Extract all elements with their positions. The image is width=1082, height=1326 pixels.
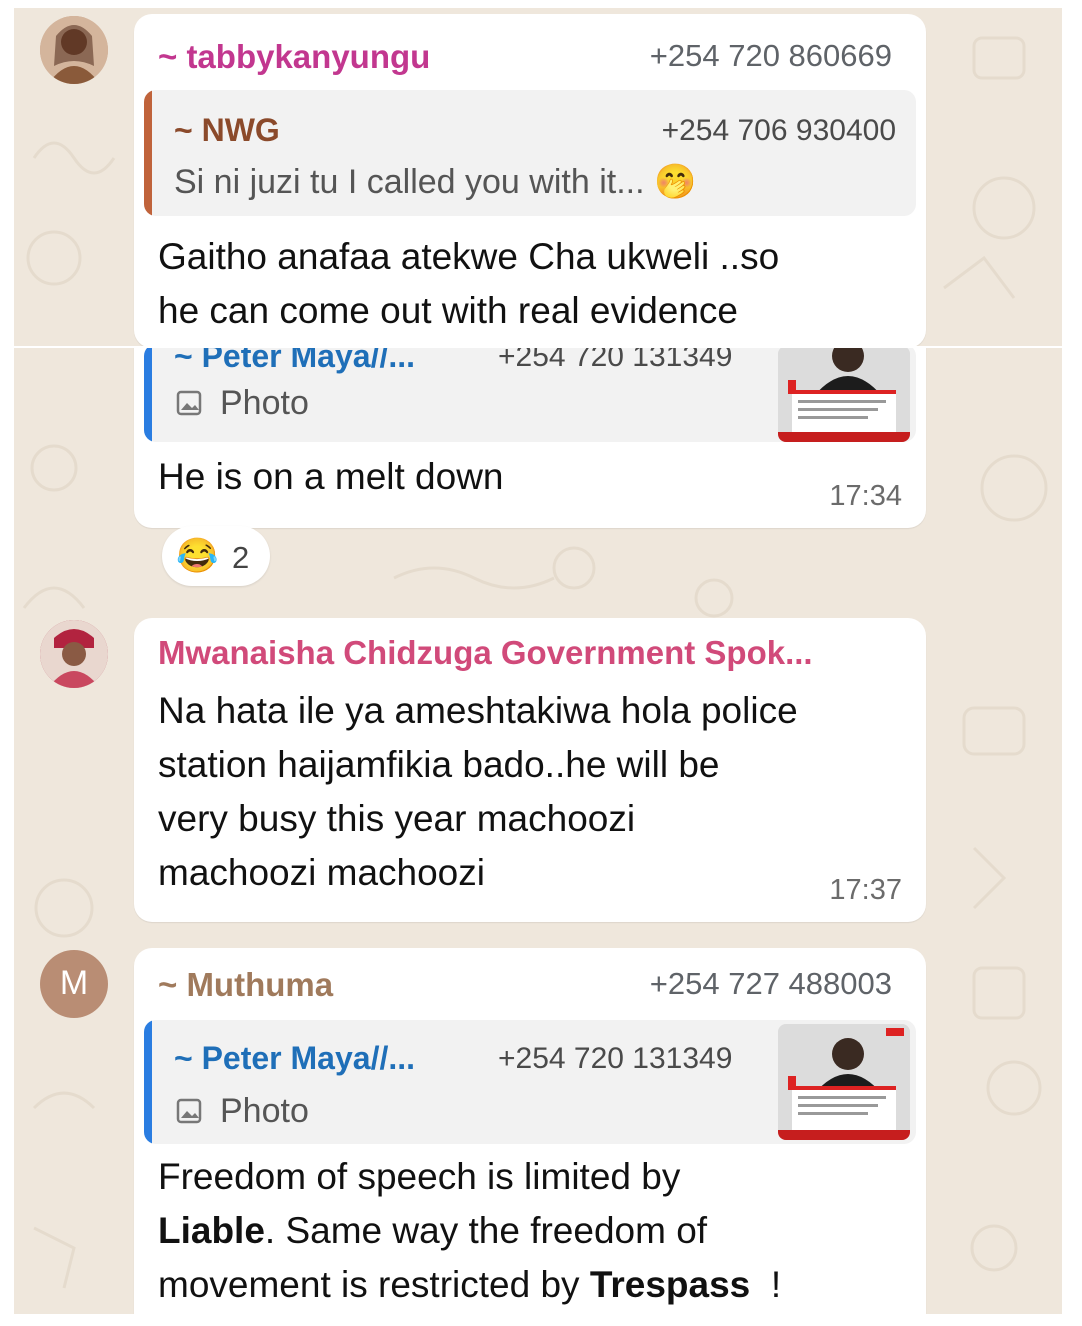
reaction-count: 2 <box>232 540 250 575</box>
reaction-badge[interactable]: 😂 2 <box>162 526 270 586</box>
photo-icon <box>176 390 202 416</box>
quote-bar <box>144 90 152 216</box>
quote-text: Si ni juzi tu I called you with it... 🤭 <box>174 163 697 201</box>
sender-phone: +254 727 488003 <box>649 966 892 1001</box>
sender-phone: +254 720 860669 <box>649 38 892 73</box>
quote-sender: ~ NWG <box>174 112 280 148</box>
quote-bar <box>144 1020 152 1144</box>
message-bubble[interactable]: ~ Muthuma +254 727 488003 ~ Peter Maya//… <box>134 948 926 1314</box>
message-bubble[interactable]: ~ tabbykanyungu +254 720 860669 ~ NWG +2… <box>134 14 926 346</box>
quote-emoji: 🤭 <box>654 163 697 201</box>
chat-panel-top: ~ tabbykanyungu +254 720 860669 ~ NWG +2… <box>14 8 1062 346</box>
avatar[interactable]: M <box>40 950 108 1018</box>
sender-name[interactable]: ~ Muthuma <box>158 966 333 1004</box>
quote-thumbnail <box>778 1024 910 1140</box>
message-time: 17:34 <box>829 480 902 512</box>
quote-bar <box>144 348 152 442</box>
sender-name[interactable]: Mwanaisha Chidzuga Government Spok... <box>158 634 813 672</box>
photo-icon <box>176 1098 202 1124</box>
chat-panel-bottom: ~ Peter Maya//... +254 720 131349 Photo … <box>14 348 1062 1314</box>
quote-phone: +254 706 930400 <box>661 114 896 147</box>
message-text: Gaitho anafaa atekwe Cha ukweli ..so he … <box>158 236 780 331</box>
avatar[interactable] <box>40 620 108 688</box>
message-time: 17:37 <box>829 874 902 906</box>
quoted-message[interactable]: ~ Peter Maya//... +254 720 131349 Photo <box>144 1020 916 1144</box>
quote-phone: +254 720 131349 <box>498 348 733 373</box>
message-bubble[interactable]: Mwanaisha Chidzuga Government Spok... Na… <box>134 618 926 922</box>
sender-name[interactable]: ~ tabbykanyungu <box>158 38 430 76</box>
message-bubble[interactable]: ~ Peter Maya//... +254 720 131349 Photo … <box>134 348 926 528</box>
avatar-letter: M <box>59 964 89 1002</box>
quoted-message[interactable]: ~ Peter Maya//... +254 720 131349 Photo <box>144 348 916 442</box>
reaction-emoji: 😂 <box>176 537 219 575</box>
quote-thumbnail <box>778 348 910 442</box>
message-text: Freedom of speech is limited by Liable. … <box>158 1156 782 1305</box>
quote-sender: ~ Peter Maya//... <box>174 348 416 374</box>
message-text: Na hata ile ya ameshtakiwa hola police s… <box>158 690 798 893</box>
message-text: He is on a melt down <box>158 456 504 497</box>
quote-type: Photo <box>220 1092 309 1130</box>
quoted-message[interactable]: ~ NWG +254 706 930400 Si ni juzi tu I ca… <box>144 90 916 216</box>
quote-type: Photo <box>220 384 309 422</box>
avatar[interactable] <box>40 16 108 84</box>
quote-sender: ~ Peter Maya//... <box>174 1040 416 1076</box>
quote-phone: +254 720 131349 <box>498 1042 733 1075</box>
